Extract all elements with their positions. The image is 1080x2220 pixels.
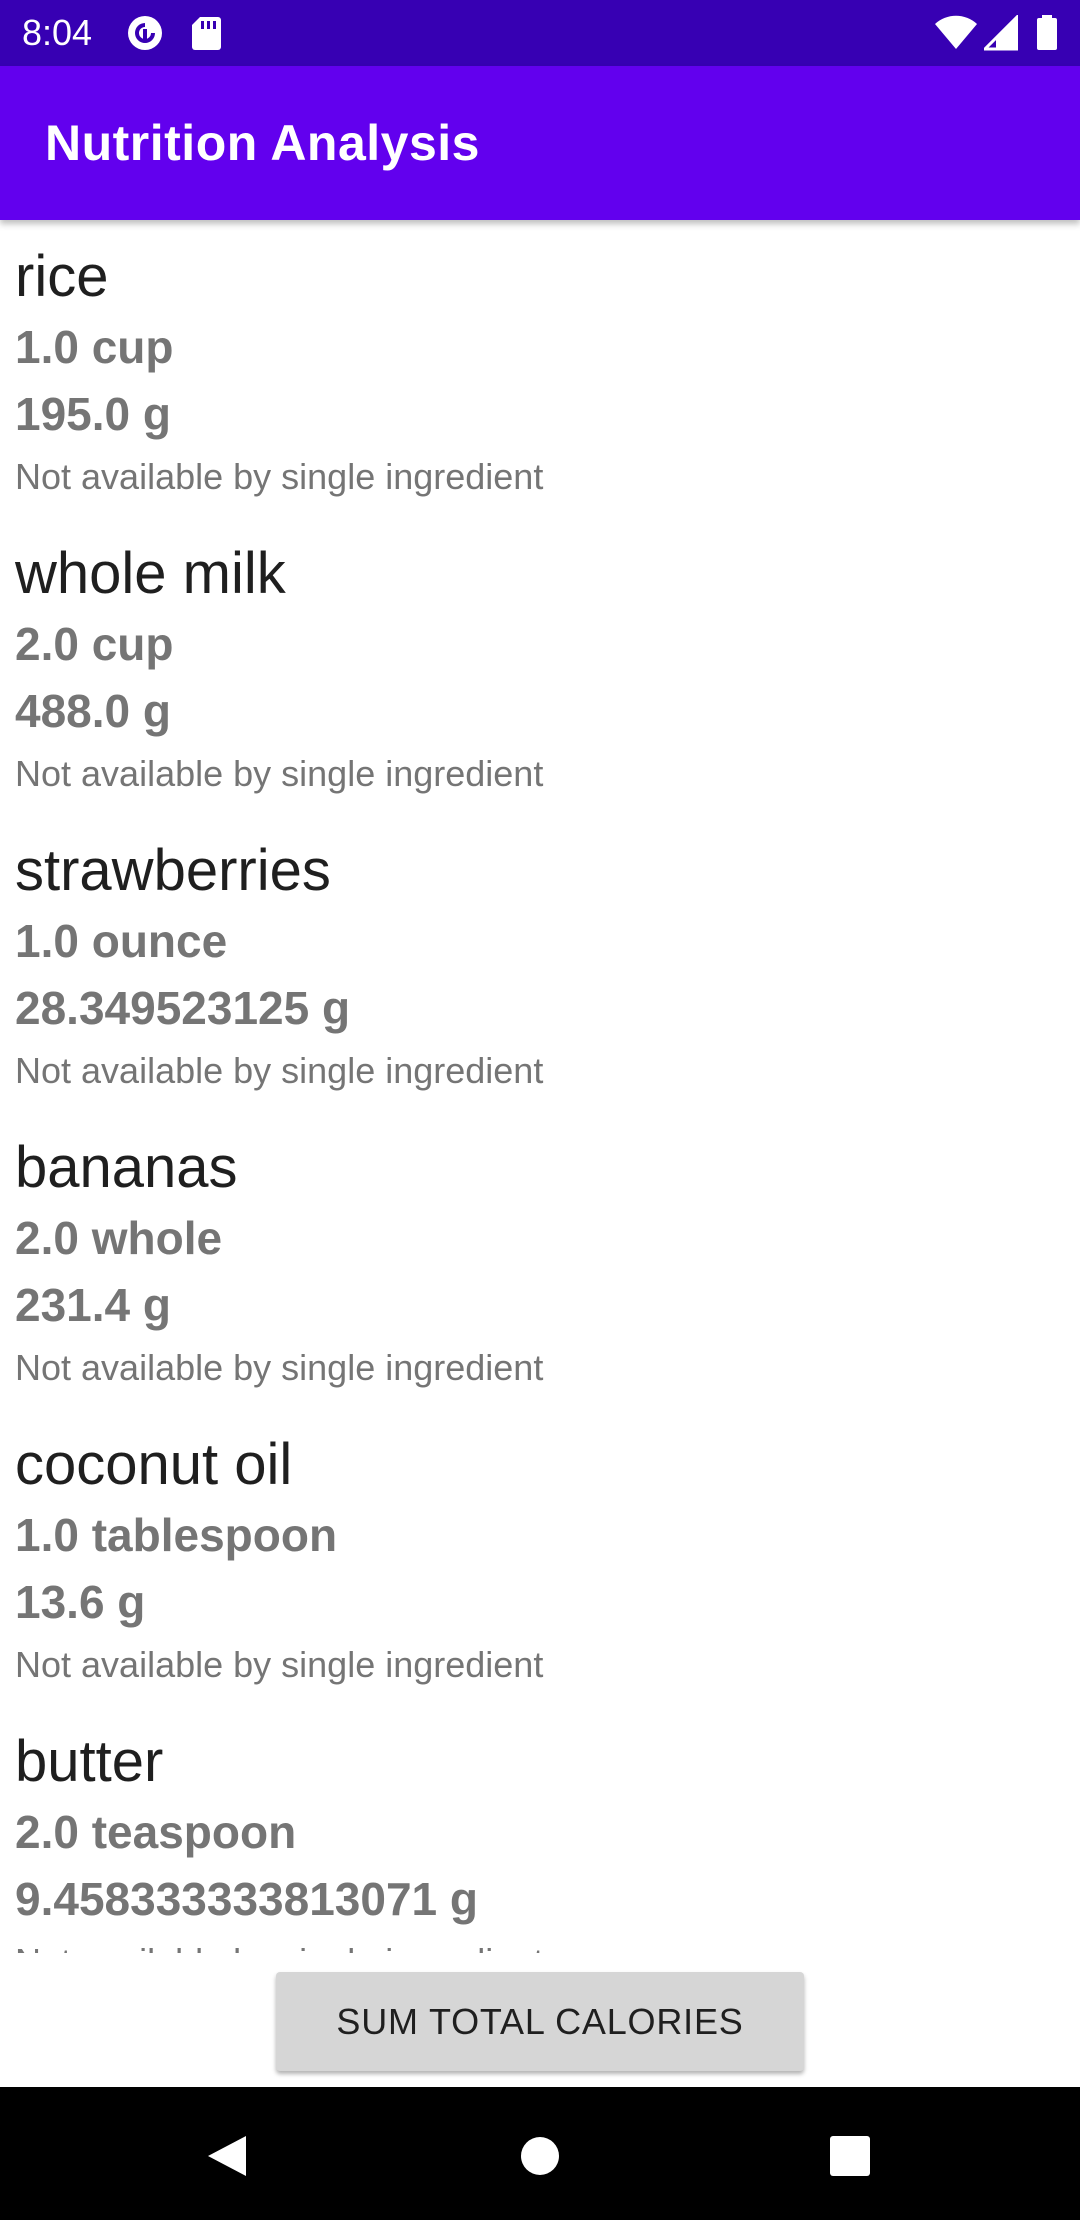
ingredient-weight: 231.4 g <box>15 1279 171 1331</box>
ingredient-item: bananas 2.0 whole 231.4 g Not available … <box>15 1111 1055 1408</box>
ingredient-name: whole milk <box>15 541 286 606</box>
wifi-icon <box>934 15 978 51</box>
app-screen: 8:04 Nutrition Analysis rice 1.0 cup 195… <box>0 0 1080 2220</box>
signal-icon <box>981 13 1019 51</box>
ingredient-calories: Not available by single ingredient <box>15 456 544 497</box>
app-bar: Nutrition Analysis <box>0 66 1080 220</box>
app-title: Nutrition Analysis <box>45 115 480 171</box>
home-icon[interactable] <box>517 2133 563 2179</box>
ingredient-quantity: 2.0 whole <box>15 1212 223 1264</box>
ingredient-quantity: 1.0 tablespoon <box>15 1509 338 1561</box>
navigation-bar <box>0 2087 1080 2220</box>
ingredient-list[interactable]: rice 1.0 cup 195.0 g Not available by si… <box>0 220 1080 1953</box>
ingredient-calories: Not available by single ingredient <box>15 753 544 794</box>
status-bar: 8:04 <box>0 0 1080 66</box>
status-time: 8:04 <box>22 12 93 53</box>
ingredient-weight: 488.0 g <box>15 685 171 737</box>
ingredient-calories: Not available by single ingredient <box>15 1939 543 1953</box>
ingredient-name: bananas <box>15 1135 238 1200</box>
ingredient-weight: 195.0 g <box>15 388 171 440</box>
recents-icon[interactable] <box>827 2133 873 2179</box>
ingredient-name: strawberries <box>15 838 331 903</box>
ingredient-item: coconut oil 1.0 tablespoon 13.6 g Not av… <box>15 1408 1055 1705</box>
ingredient-name: butter <box>15 1729 164 1794</box>
ingredient-calories: Not available by single ingredient <box>15 1050 544 1091</box>
pocket-casts-icon <box>126 15 164 51</box>
ingredient-item: strawberries 1.0 ounce 28.349523125 g No… <box>15 814 1055 1111</box>
ingredient-item: whole milk 2.0 cup 488.0 g Not available… <box>15 517 1055 814</box>
ingredient-quantity: 2.0 cup <box>15 618 174 670</box>
ingredient-item: butter 2.0 teaspoon 9.458333333813071 g … <box>15 1705 1055 1953</box>
ingredient-calories: Not available by single ingredient <box>15 1347 544 1388</box>
sum-total-calories-button[interactable]: SUM TOTAL CALORIES <box>276 1972 804 2071</box>
battery-icon <box>1036 15 1058 51</box>
ingredient-item: rice 1.0 cup 195.0 g Not available by si… <box>15 220 1055 517</box>
ingredient-name: coconut oil <box>15 1432 293 1497</box>
ingredient-quantity: 2.0 teaspoon <box>15 1806 297 1858</box>
ingredient-name: rice <box>15 244 109 309</box>
button-area: SUM TOTAL CALORIES <box>0 1953 1080 2087</box>
ingredient-weight: 28.349523125 g <box>15 982 351 1034</box>
ingredient-calories: Not available by single ingredient <box>15 1644 544 1685</box>
ingredient-weight: 9.458333333813071 g <box>15 1873 478 1925</box>
ingredient-weight: 13.6 g <box>15 1576 146 1628</box>
back-icon[interactable] <box>204 2133 250 2179</box>
ingredient-quantity: 1.0 ounce <box>15 915 228 967</box>
sd-card-icon <box>190 15 228 51</box>
ingredient-quantity: 1.0 cup <box>15 321 174 373</box>
